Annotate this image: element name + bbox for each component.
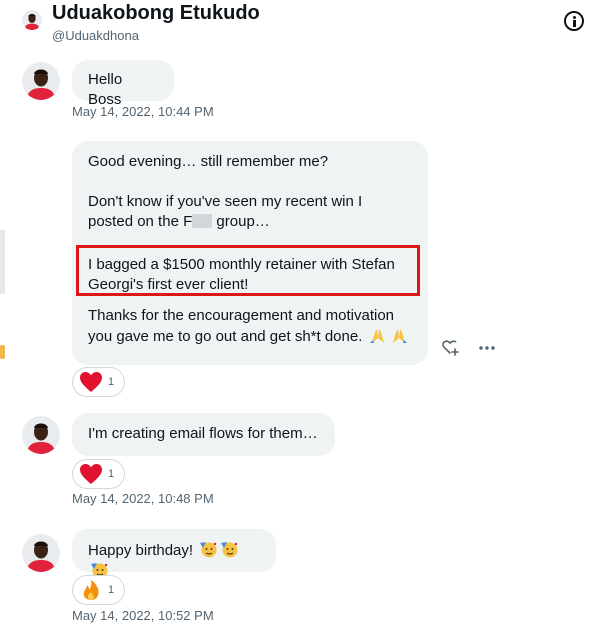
message-text: I'm creating email flows for them… — [88, 425, 318, 442]
message-text: posted on the F group… — [88, 213, 270, 230]
info-icon[interactable] — [564, 11, 584, 31]
message-bubble[interactable]: Happy birthday! — [72, 529, 276, 579]
message-text: Good evening… still remember me? — [88, 153, 329, 170]
fire-emoji-icon — [83, 580, 99, 600]
highlight-text: I bagged a $1500 monthly retainer with S… — [88, 256, 395, 273]
message-text: you gave me to go out and get sh*t done. — [88, 326, 412, 347]
reaction-pill[interactable]: 1 — [72, 575, 126, 605]
message-timestamp: May 14, 2022, 10:48 PM — [72, 491, 214, 506]
reaction-pill[interactable]: 1 — [72, 367, 126, 397]
avatar[interactable] — [22, 416, 60, 454]
reaction-count: 1 — [108, 376, 115, 388]
highlight-text: Georgi's first ever client! — [88, 276, 249, 293]
message-timestamp: May 14, 2022, 10:52 PM — [72, 608, 214, 623]
avatar[interactable] — [22, 62, 60, 100]
message-text: Thanks for the encouragement and motivat… — [88, 307, 395, 324]
reaction-count: 1 — [108, 468, 115, 480]
folded-hands-emoji — [392, 329, 407, 343]
heart-emoji-icon — [80, 372, 102, 392]
reaction-count: 1 — [108, 584, 115, 596]
message-bubble[interactable]: I'm creating email flows for them… — [72, 413, 335, 456]
reaction-pill[interactable]: 1 — [72, 459, 126, 489]
conversation-handle[interactable]: @Uduakdhona — [52, 28, 139, 43]
add-reaction-icon[interactable] — [441, 338, 459, 356]
left-edge — [0, 0, 6, 626]
left-edge-strip — [0, 230, 5, 294]
redacted-text — [192, 214, 213, 228]
heart-emoji-icon — [80, 464, 102, 484]
message-timestamp: May 14, 2022, 10:44 PM — [72, 104, 214, 119]
highlight-box: I bagged a $1500 monthly retainer with S… — [76, 245, 420, 296]
header-avatar[interactable] — [22, 10, 42, 30]
conversation-name[interactable]: Uduakobong Etukudo — [52, 2, 260, 25]
partying-face-emoji — [221, 542, 238, 558]
avatar[interactable] — [22, 534, 60, 572]
message-text: Don't know if you've seen my recent win … — [88, 193, 363, 210]
message-bubble[interactable]: Hello Boss — [72, 60, 174, 108]
left-edge-emoji-fragment — [0, 345, 5, 359]
more-options-icon[interactable] — [478, 339, 496, 357]
conversation-header: Uduakobong Etukudo @Uduakdhona — [0, 0, 602, 46]
folded-hands-emoji — [369, 329, 384, 343]
partying-face-emoji — [200, 542, 217, 558]
